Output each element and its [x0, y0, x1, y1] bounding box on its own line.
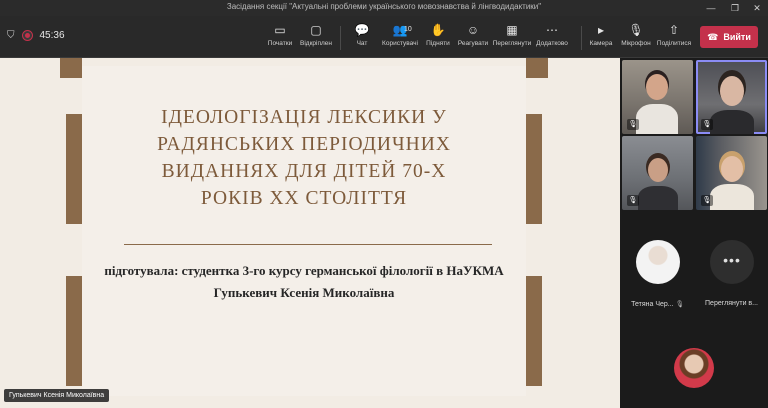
recording-icon [22, 31, 32, 40]
pop-out-icon: ▢ [310, 23, 322, 37]
pop-out-label: Відкріплен [300, 40, 332, 47]
slide-subtitle-line: Гупькевич Ксенія Миколаївна [213, 285, 395, 300]
participant-video-tile[interactable]: 🎙 [622, 60, 693, 134]
slide-title-line: ВИДАННЯХ ДЛЯ ДІТЕЙ 70-Х [161, 161, 447, 182]
shield-icon: ⛉ [7, 30, 15, 41]
smiley-icon: ☺ [466, 23, 480, 37]
shared-screen: ІДЕОЛОГІЗАЦІЯ ЛЕКСИКИ У РАДЯНСЬКИХ ПЕРІО… [0, 58, 620, 408]
slide-title-line: РОКІВ ХХ СТОЛІТТЯ [200, 188, 408, 209]
view-button[interactable]: ▦ Переглянути [490, 23, 534, 47]
more-icon: ••• [710, 240, 754, 284]
share-button[interactable]: ⇧ Поділитися [652, 23, 696, 47]
slide-divider [124, 244, 492, 245]
more-label: Додатково [536, 40, 568, 47]
react-label: Реагувати [457, 40, 489, 47]
leave-button[interactable]: ☎ Вийти [700, 26, 758, 48]
grid-view-icon: ▦ [506, 23, 518, 37]
participant-video-tile[interactable]: 🎙 [696, 136, 767, 210]
mic-off-icon: 🎙 [701, 195, 713, 206]
participant-silhouette [648, 158, 668, 182]
slide-title: ІДЕОЛОГІЗАЦІЯ ЛЕКСИКИ У РАДЯНСЬКИХ ПЕРІО… [82, 104, 526, 212]
participant-avatar-tile[interactable]: Тетяна Чер... 🎙 [622, 230, 693, 310]
participant-silhouette [638, 186, 678, 210]
participant-silhouette [646, 74, 668, 100]
pop-out-button[interactable]: ▢ Відкріплен [294, 23, 338, 47]
slide-frame-decoration [526, 58, 548, 78]
leave-label: Вийти [723, 32, 751, 42]
react-button[interactable]: ☺ Реагувати [451, 23, 495, 47]
more-icon: ⋯ [546, 23, 558, 37]
share-icon: ⇧ [668, 23, 680, 37]
mic-off-icon: 🎙 [675, 301, 684, 308]
participant-name: Тетяна Чер... 🎙 [631, 300, 684, 309]
mic-off-icon: 🎙 [701, 119, 713, 130]
window-title: Засідання секції "Актуальні проблеми укр… [226, 2, 542, 11]
meeting-info: ⛉ 45:36 [7, 30, 65, 41]
mic-off-icon: 🎙 [627, 195, 639, 206]
meeting-toolbar: ⛉ 45:36 ▭ Початки ▢ Відкріплен 💬 Чат 👥 10… [0, 16, 768, 58]
maximize-button[interactable]: ❐ [724, 0, 746, 16]
more-button[interactable]: ⋯ Додатково [530, 23, 574, 47]
slide-frame-decoration [66, 114, 82, 224]
slide-frame-decoration [66, 276, 82, 386]
slide-panel: ІДЕОЛОГІЗАЦІЯ ЛЕКСИКИ У РАДЯНСЬКИХ ПЕРІО… [82, 66, 526, 396]
view-more-tile[interactable]: ••• Переглянути в... [696, 230, 767, 310]
meeting-timer: 45:36 [39, 30, 65, 41]
presenter-name-tag: Гупькевич Ксенія Миколаївна [4, 389, 110, 402]
participant-video-tile[interactable]: 🎙 [696, 60, 767, 134]
close-window-button[interactable]: ✕ [746, 0, 768, 16]
participant-silhouette [720, 76, 744, 106]
mic-off-icon: 🎙 [627, 119, 639, 130]
slide-title-line: РАДЯНСЬКИХ ПЕРІОДИЧНИХ [157, 134, 451, 155]
phone-icon: ☎ [707, 31, 719, 42]
slide-frame-decoration [526, 276, 542, 386]
slide-title-line: ІДЕОЛОГІЗАЦІЯ ЛЕКСИКИ У [161, 107, 447, 128]
participant-video-tile[interactable]: 🎙 [622, 136, 693, 210]
self-view-avatar[interactable] [674, 348, 714, 388]
slide-frame-decoration [526, 114, 542, 224]
share-label: Поділитися [656, 40, 692, 47]
participant-silhouette [721, 156, 743, 182]
participant-count: 10 [404, 26, 412, 33]
slide-subtitle: підготувала: студентка 3-го курсу герман… [82, 260, 526, 304]
participant-silhouette [710, 110, 754, 134]
avatar [636, 240, 680, 284]
view-label: Переглянути [492, 40, 532, 47]
slide-frame-decoration [60, 58, 82, 78]
window-titlebar: Засідання секції "Актуальні проблеми укр… [0, 0, 768, 16]
participant-silhouette [636, 104, 678, 134]
participant-silhouette [710, 184, 754, 210]
slide-subtitle-line: підготувала: студентка 3-го курсу герман… [104, 263, 504, 278]
view-more-label: Переглянути в... [705, 300, 758, 307]
minimize-button[interactable]: — [700, 0, 722, 16]
